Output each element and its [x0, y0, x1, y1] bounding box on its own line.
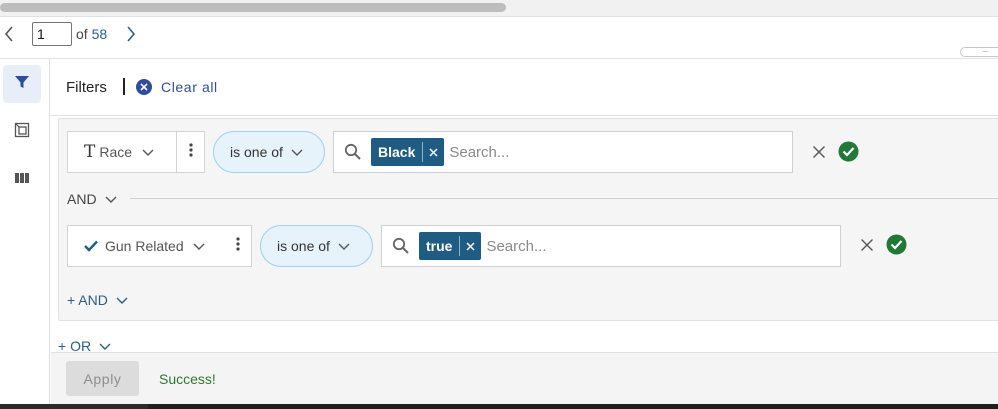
text-type-icon: T — [84, 142, 96, 162]
add-and-label: + AND — [67, 292, 108, 308]
rail-columns-button[interactable] — [3, 161, 41, 199]
filter-icon — [14, 74, 30, 95]
status-message: Success! — [159, 371, 216, 387]
panel-resize-handle[interactable]: ...... — [960, 47, 998, 57]
filters-title: Filters — [66, 79, 107, 96]
field-select-gun-related[interactable]: Gun Related — [67, 225, 225, 267]
apply-button[interactable]: Apply — [66, 361, 139, 396]
and-label: AND — [67, 191, 97, 207]
chevron-down-icon — [105, 191, 117, 207]
value-chip: Black — [371, 138, 445, 166]
checkmark-icon — [84, 240, 98, 252]
operator-select[interactable]: is one of — [260, 225, 373, 267]
divider — [0, 58, 998, 59]
add-and-button[interactable]: + AND — [67, 292, 128, 308]
total-pages: 58 — [91, 26, 108, 42]
chevron-down-icon — [291, 144, 303, 160]
divider — [123, 78, 125, 95]
more-vertical-icon — [235, 236, 240, 256]
more-vertical-icon — [188, 142, 193, 162]
side-rail — [0, 59, 50, 409]
value-input[interactable]: Black Search... — [333, 131, 793, 173]
close-icon[interactable] — [422, 142, 444, 162]
operator-select[interactable]: is one of — [213, 131, 325, 173]
search-placeholder: Search... — [486, 237, 547, 255]
condition-menu-button[interactable] — [224, 225, 252, 267]
chevron-down-icon — [142, 144, 154, 160]
value-chip-label: Black — [378, 144, 416, 160]
chevron-down-icon — [116, 292, 128, 308]
value-chip-label: true — [426, 238, 453, 254]
bottom-bar — [0, 404, 998, 409]
field-label: Gun Related — [105, 238, 184, 254]
horizontal-scrollbar-thumb[interactable] — [0, 3, 506, 12]
field-label: Race — [99, 144, 133, 160]
value-chip: true — [419, 232, 482, 260]
chevron-right-icon[interactable] — [124, 24, 140, 44]
chevron-down-icon — [338, 238, 350, 254]
search-icon — [344, 143, 362, 161]
page-count: of 58 — [76, 26, 107, 42]
chevron-down-icon — [193, 238, 205, 254]
page-of-label: of — [76, 26, 88, 42]
bottom-bar-tab — [0, 404, 148, 409]
check-circle-icon — [886, 234, 907, 260]
check-circle-icon — [838, 141, 859, 167]
operator-label: is one of — [277, 238, 330, 254]
search-placeholder: Search... — [449, 143, 510, 161]
page-number-input[interactable] — [32, 22, 72, 46]
columns-icon — [14, 171, 30, 190]
clear-all-button[interactable]: Clear all — [136, 79, 218, 95]
close-circle-icon — [136, 79, 152, 95]
search-icon — [392, 237, 410, 255]
chevron-left-icon[interactable] — [2, 24, 18, 44]
divider — [51, 115, 998, 116]
value-input[interactable]: true Search... — [381, 225, 841, 267]
operator-label: is one of — [230, 144, 283, 160]
condition-menu-button[interactable] — [177, 131, 205, 173]
view-icon — [14, 122, 30, 143]
rail-filter-button[interactable] — [3, 65, 41, 103]
close-icon[interactable] — [459, 236, 481, 256]
rail-view-button[interactable] — [3, 113, 41, 151]
divider — [130, 198, 998, 199]
close-icon[interactable] — [812, 145, 826, 164]
field-select-race[interactable]: T Race — [67, 131, 177, 173]
clear-all-label: Clear all — [161, 79, 218, 95]
close-icon[interactable] — [860, 238, 874, 257]
and-connector[interactable]: AND — [67, 191, 117, 207]
